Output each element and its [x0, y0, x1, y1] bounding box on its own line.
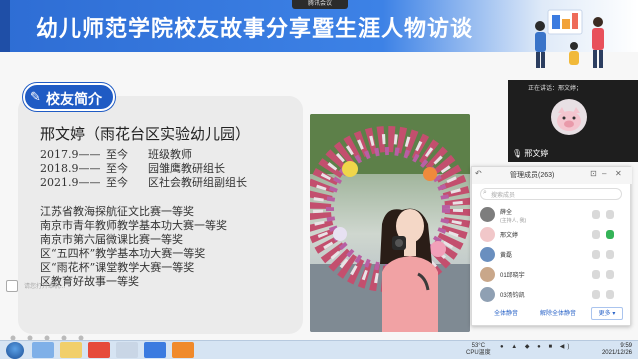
meeting-tab[interactable]: 腾讯会议 [292, 0, 348, 9]
camera-off-icon[interactable] [592, 250, 600, 259]
people-illustration-icon [535, 9, 604, 68]
camera-off-icon[interactable] [592, 270, 600, 279]
member-avatar [480, 287, 495, 302]
member-name: 邢文婷 [500, 233, 519, 239]
speaking-indicator: 正在讲话：邢文婷； [528, 86, 583, 92]
app-icon[interactable] [116, 342, 138, 358]
member-name: 黄磊 [500, 253, 513, 259]
member-row[interactable]: 邢文婷 [476, 225, 628, 245]
mic-off-icon[interactable] [606, 250, 614, 259]
taskbar: 53°C CPU温度 ● ▲ ◆ ● ■ ◀) 9:59 2021/12/26 [0, 340, 638, 359]
speaker-name: 🎙 邢文婷 [512, 148, 548, 159]
members-header: 管理成员(263) ↶ ⊡ – ✕ [472, 167, 632, 184]
mute-all-button[interactable]: 全体静音 [486, 308, 526, 320]
mic-off-icon[interactable] [606, 210, 614, 219]
member-search-input[interactable]: ⌕ 搜索成员 [480, 188, 622, 200]
pen-icon: ✎ [30, 89, 41, 104]
member-row[interactable]: 01邱晓宇 [476, 265, 628, 285]
start-button[interactable] [6, 342, 24, 359]
member-name: 03汤钧凯 [500, 293, 525, 299]
mic-off-icon[interactable] [606, 270, 614, 279]
meeting-app-icon[interactable] [144, 342, 166, 358]
member-row[interactable]: 黄磊 [476, 245, 628, 265]
search-placeholder: 搜索成员 [491, 193, 516, 199]
close-icon[interactable]: ✕ [615, 169, 622, 178]
pig-avatar-icon [557, 107, 581, 131]
left-hint: 请您打开本机... [24, 284, 66, 290]
temperature-value: 53°C [471, 343, 486, 349]
members-panel: 管理成员(263) ↶ ⊡ – ✕ ⌕ 搜索成员 薛全 (主持人, 我) 邢文婷… [471, 166, 632, 326]
slide-title: 幼儿师范学院校友故事分享暨生涯人物访谈 [36, 17, 474, 42]
members-menu-icon[interactable]: ↶ [475, 169, 482, 178]
ie-icon[interactable] [32, 342, 54, 358]
clock-time: 9:59 [620, 343, 632, 349]
role-period: 2021.9—— [40, 176, 101, 189]
meeting-tab-label: 腾讯会议 [307, 1, 332, 7]
cpu-temp[interactable]: 53°C CPU温度 [466, 343, 491, 357]
role-to: 至今 [106, 176, 128, 189]
alumni-photo [310, 114, 470, 332]
member-row[interactable]: 薛全 (主持人, 我) [476, 205, 628, 225]
more-label: 更多 [598, 311, 611, 317]
search-icon: ⌕ [483, 189, 487, 196]
member-avatar [480, 227, 495, 242]
intro-tag: ✎ 校友简介 [23, 83, 115, 111]
intro-tag-label: 校友简介 [46, 92, 102, 108]
pin-icon[interactable]: ⊡ [590, 169, 597, 178]
camera-off-icon[interactable] [592, 230, 600, 239]
title-ribbon [0, 0, 10, 52]
members-title: 管理成员(263) [510, 172, 555, 179]
member-row[interactable]: 03汤钧凯 [476, 285, 628, 305]
unmute-all-button[interactable]: 解除全体静音 [532, 308, 584, 320]
mic-off-icon[interactable] [606, 290, 614, 299]
screen-share-icon[interactable] [6, 280, 18, 292]
wps-icon[interactable] [88, 342, 110, 358]
mic-icon: 🎙 [512, 149, 523, 158]
photo-illustration-icon [310, 114, 470, 332]
mic-on-icon[interactable] [606, 230, 614, 239]
member-name: 01邱晓宇 [500, 273, 525, 279]
more-button[interactable]: 更多 ▾ [591, 307, 623, 320]
member-avatar [480, 207, 495, 222]
folder-icon[interactable] [60, 342, 82, 358]
clock-date: 2021/12/26 [601, 350, 632, 356]
speaker-video-tile[interactable]: 正在讲话：邢文婷； 🎙 邢文婷 [508, 80, 638, 162]
minimize-icon[interactable]: – [602, 169, 606, 178]
camera-off-icon[interactable] [592, 290, 600, 299]
system-clock[interactable]: 9:59 2021/12/26 [602, 343, 632, 357]
chevron-down-icon: ▾ [612, 311, 616, 317]
member-avatar [480, 267, 495, 282]
role-row: 2021.9—— 至今 区社会教研组副组长 [40, 174, 247, 190]
camera-off-icon[interactable] [592, 210, 600, 219]
alumni-name: 邢文婷（雨花台区实验幼儿园） [40, 125, 251, 143]
player-icon[interactable] [172, 342, 194, 358]
speaker-name-label: 邢文婷 [524, 149, 549, 158]
member-avatar [480, 247, 495, 262]
cpu-label: CPU温度 [466, 350, 491, 356]
tray-icons[interactable]: ● ▲ ◆ ● ■ ◀) [500, 343, 572, 350]
role-title: 区社会教研组副组长 [148, 176, 247, 189]
member-role: (主持人, 我) [500, 218, 527, 224]
speaker-avatar [551, 99, 587, 135]
member-name: 薛全 [500, 210, 513, 216]
